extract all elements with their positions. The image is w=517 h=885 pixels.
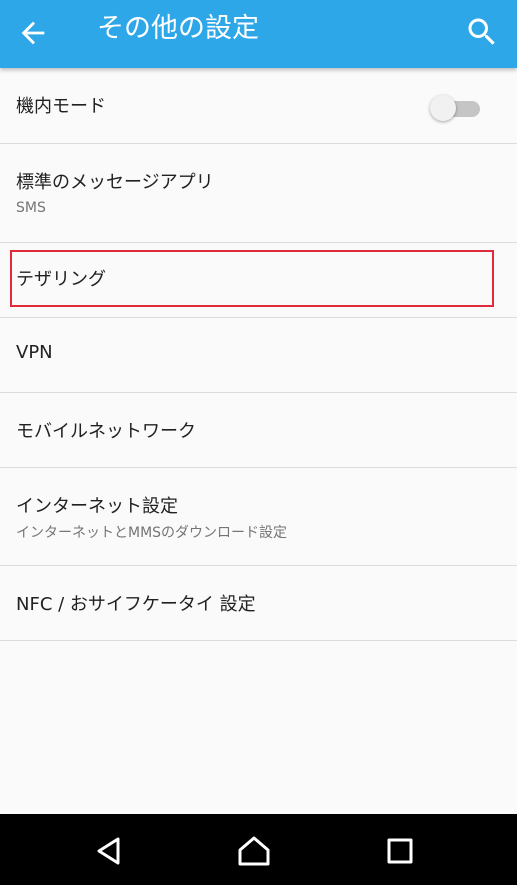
settings-item-internet-settings[interactable]: インターネット設定 インターネットとMMSのダウンロード設定 [0, 468, 517, 566]
square-recents-icon[interactable] [380, 831, 420, 871]
settings-list: 機内モード 標準のメッセージアプリ SMS テザリング VPN モバイルネットワ… [0, 68, 517, 641]
settings-item-label: モバイルネットワーク [16, 421, 196, 442]
system-navigation-bar [0, 814, 517, 885]
settings-item-airplane-mode[interactable]: 機内モード [0, 68, 517, 144]
settings-item-label: 機内モード [16, 96, 106, 117]
page-title: その他の設定 [97, 13, 259, 44]
triangle-back-icon[interactable] [89, 831, 129, 871]
settings-item-label: VPN [16, 342, 53, 363]
arrow-left-icon[interactable] [16, 16, 50, 50]
settings-item-nfc[interactable]: NFC / おサイフケータイ 設定 [0, 566, 517, 641]
settings-item-default-sms-app[interactable]: 標準のメッセージアプリ SMS [0, 144, 517, 243]
settings-item-vpn[interactable]: VPN [0, 318, 517, 393]
settings-item-summary: インターネットとMMSのダウンロード設定 [16, 525, 288, 541]
settings-item-summary: SMS [16, 200, 46, 216]
toggle-thumb [430, 95, 456, 121]
highlight-box [10, 250, 494, 307]
search-icon[interactable] [464, 14, 500, 50]
settings-item-mobile-network[interactable]: モバイルネットワーク [0, 393, 517, 468]
settings-item-label: 標準のメッセージアプリ [16, 172, 214, 193]
airplane-mode-toggle[interactable] [430, 93, 482, 123]
app-bar: その他の設定 [0, 0, 517, 68]
settings-item-label: インターネット設定 [16, 496, 178, 517]
settings-item-label: NFC / おサイフケータイ 設定 [16, 594, 256, 615]
home-icon[interactable] [234, 831, 274, 871]
